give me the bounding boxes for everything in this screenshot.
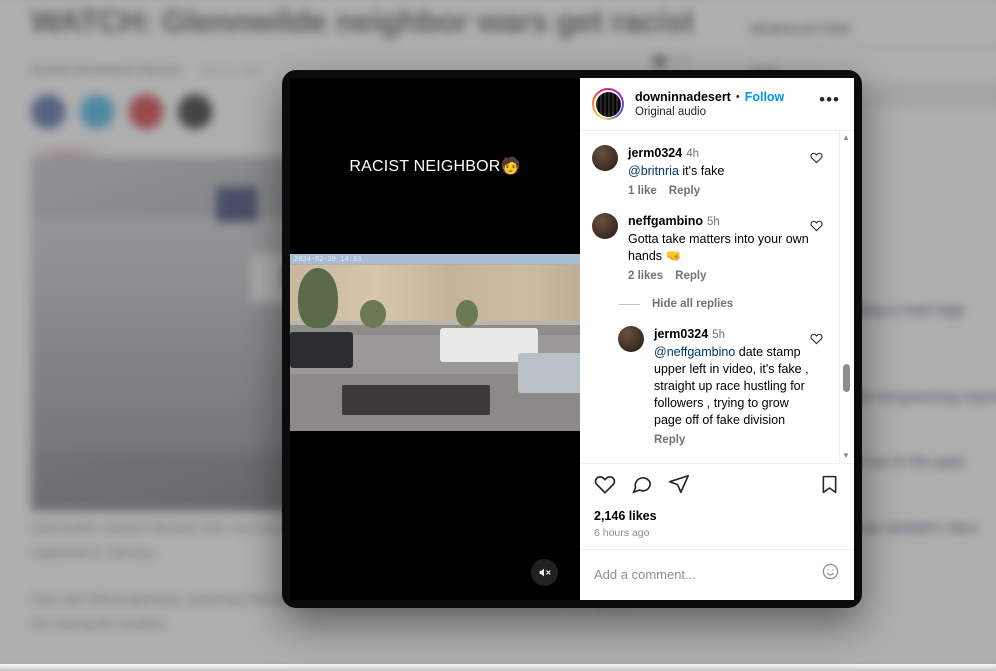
silver-pickup-truck [518, 353, 580, 393]
post-actions-bar: 2,146 likes 6 hours ago [580, 463, 854, 539]
heart-icon[interactable] [594, 473, 616, 500]
author-avatar[interactable] [592, 88, 624, 120]
comment-like-count[interactable]: 1 like [628, 185, 657, 197]
comment-reply-button[interactable]: Reply [669, 185, 700, 197]
post-video-player[interactable]: RACIST NEIGHBOR🧑 2024-02-20 14:33 [290, 78, 580, 600]
bush [360, 300, 386, 328]
share-paperplane-icon[interactable] [668, 473, 690, 500]
follow-button[interactable]: Follow [745, 90, 785, 104]
comments-list: jerm0324 4h @britnria it's fake 1 like Rep… [580, 131, 854, 463]
comment-reply-button[interactable]: Reply [675, 270, 706, 282]
comment-mention[interactable]: @britnria [628, 164, 679, 178]
commenter-username[interactable]: jerm0324 [628, 146, 682, 160]
comment-reply-button[interactable]: Reply [654, 434, 685, 446]
comment-timestamp: 5h [707, 216, 720, 228]
video-title-band: RACIST NEIGHBOR🧑 [290, 78, 580, 254]
mute-toggle-icon[interactable] [531, 559, 558, 586]
comment-item: jerm0324 4h @britnria it's fake 1 like Rep… [592, 145, 828, 197]
comment-like-count[interactable]: 2 likes [628, 270, 663, 282]
comment-body-text: it's fake [679, 164, 724, 178]
comment-text: @britnria it's fake [628, 163, 810, 180]
post-header: downinnadesert • Follow Original audio •… [580, 78, 854, 131]
separator-dot: • [736, 91, 740, 103]
commenter-avatar[interactable] [592, 145, 618, 171]
commenter-username[interactable]: neffgambino [628, 214, 703, 228]
add-comment-input[interactable]: Add a comment... [594, 567, 821, 582]
audio-label[interactable]: Original audio [635, 106, 811, 118]
comment-item-reply: jerm0324 5h @neffgambino date stamp upper… [592, 326, 828, 446]
comment-bubble-icon[interactable] [631, 473, 653, 500]
commenter-username[interactable]: jerm0324 [654, 327, 708, 341]
tree [298, 268, 338, 328]
scroll-up-arrow-icon[interactable]: ▲ [842, 131, 850, 145]
instagram-modal-inner: RACIST NEIGHBOR🧑 2024-02-20 14:33 [290, 78, 854, 600]
author-username[interactable]: downinnadesert [635, 90, 731, 104]
commenter-avatar[interactable] [618, 326, 644, 352]
instagram-post-modal: RACIST NEIGHBOR🧑 2024-02-20 14:33 [282, 70, 862, 608]
commenter-avatar[interactable] [592, 213, 618, 239]
comment-text: @neffgambino date stamp upper left in vi… [654, 344, 810, 429]
comment-timestamp: 5h [712, 329, 725, 341]
post-author-meta: downinnadesert • Follow Original audio [635, 90, 811, 118]
video-timestamp-overlay: 2024-02-20 14:33 [294, 256, 361, 264]
more-options-icon[interactable]: ••• [811, 95, 842, 113]
comment-like-icon[interactable] [810, 213, 828, 282]
likes-count[interactable]: 2,146 likes [594, 509, 840, 523]
video-surveillance-frame: 2024-02-20 14:33 [290, 254, 580, 431]
comment-item: neffgambino 5h Gotta take matters into yo… [592, 213, 828, 282]
comments-scroll-area[interactable]: jerm0324 4h @britnria it's fake 1 like Rep… [580, 131, 854, 463]
comments-scrollbar[interactable]: ▲ ▼ [839, 131, 852, 463]
comment-timestamp: 4h [686, 148, 699, 160]
scroll-down-arrow-icon[interactable]: ▼ [842, 449, 850, 463]
comment-like-icon[interactable] [810, 326, 828, 446]
divider-line [618, 304, 640, 305]
scrollbar-thumb[interactable] [843, 364, 850, 392]
comment-mention[interactable]: @neffgambino [654, 345, 735, 359]
trailer [342, 385, 490, 415]
comment-text: Gotta take matters into your own hands 🤜 [628, 231, 810, 265]
post-sidebar: downinnadesert • Follow Original audio •… [580, 78, 854, 600]
post-timestamp: 6 hours ago [594, 527, 840, 539]
dark-truck [290, 332, 353, 368]
comment-like-icon[interactable] [810, 145, 828, 197]
scrollbar-track[interactable] [840, 145, 852, 449]
add-comment-row[interactable]: Add a comment... [580, 549, 854, 600]
video-overlay-title: RACIST NEIGHBOR🧑 [349, 156, 520, 176]
bookmark-icon[interactable] [819, 482, 840, 499]
hide-replies-row[interactable]: Hide all replies [592, 298, 828, 310]
hide-replies-label[interactable]: Hide all replies [652, 298, 733, 310]
emoji-picker-icon[interactable] [821, 562, 840, 586]
bush [456, 300, 478, 327]
